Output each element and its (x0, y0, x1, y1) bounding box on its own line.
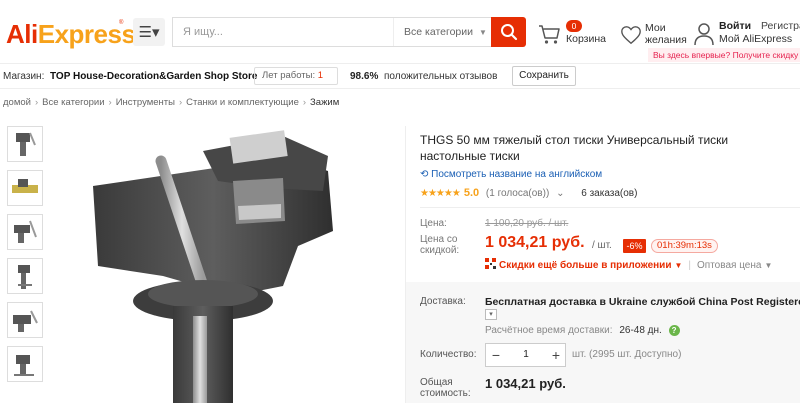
thumbnail-3[interactable] (7, 214, 43, 250)
shipping-label: Доставка: (420, 296, 466, 307)
discount-price-label: Цена со скидкой: (420, 234, 460, 256)
breadcrumb-tools[interactable]: Инструменты (116, 97, 175, 108)
total-price-label: Общая стоимость: (420, 377, 471, 399)
quantity-stepper: − 1 + (485, 343, 566, 367)
estimated-delivery: Расчётное время доставки: 26-48 дн. ? (485, 325, 680, 336)
wishlist-link[interactable]: Мои желания (620, 22, 690, 48)
search-icon (500, 24, 517, 41)
chevron-down-icon: ▼ (478, 27, 487, 37)
countdown-timer: 01h:39m:13s (651, 239, 718, 253)
breadcrumb-all-categories[interactable]: Все категории (42, 97, 104, 108)
store-name-link[interactable]: TOP House-Decoration&Garden Shop Store (50, 71, 257, 82)
product-main-image[interactable] (53, 126, 403, 403)
aliexpress-logo[interactable]: AliExpress (6, 19, 136, 50)
breadcrumb-separator: › (178, 97, 183, 108)
user-icon (694, 23, 714, 46)
quantity-available: шт. (2995 шт. Доступно) (572, 349, 682, 360)
breadcrumb-home[interactable]: домой (3, 97, 31, 108)
translate-link-label: Посмотреть название на английском (431, 169, 603, 180)
total-price: 1 034,21 руб. (485, 376, 566, 391)
store-bar: Магазин: TOP House-Decoration&Garden Sho… (0, 63, 800, 89)
orders-count: 6 заказа(ов) (581, 188, 638, 199)
my-aliexpress-link[interactable]: Мой AliExpress (719, 33, 792, 45)
store-years-value: 1 (317, 70, 324, 81)
positive-feedback-label: положительных отзывов (384, 71, 498, 82)
save-store-button[interactable]: Сохранить (512, 66, 576, 86)
shipping-method[interactable]: Бесплатная доставка в Ukraine службой Ch… (485, 296, 800, 308)
header: AliExpress ® ☰▾ Все категории ▼ 0 Корзин… (0, 0, 800, 62)
info-divider (420, 207, 800, 208)
thumbnail-4[interactable] (7, 258, 43, 294)
store-years-label: Лет работы: (262, 70, 316, 81)
rating-row: ★★★★★ 5.0 (1 голоса(ов)) ⌄ 6 заказа(ов) (420, 187, 637, 201)
translate-icon: ⟲ (420, 169, 429, 180)
rating-stars-icon: ★★★★★ (420, 188, 461, 199)
register-link[interactable]: Регистрация (761, 20, 800, 32)
product-title: THGS 50 мм тяжелый стол тиски Универсаль… (420, 133, 729, 163)
heart-icon (621, 26, 641, 45)
qr-code-icon (485, 258, 496, 269)
logo-part-ali: Ali (6, 19, 38, 49)
help-icon[interactable]: ? (668, 325, 680, 336)
price-per-unit: / шт. (592, 240, 612, 251)
shipping-dropdown-chevron-icon[interactable]: ▾ (485, 309, 497, 320)
breadcrumb: домой › Все категории › Инструменты › Станки и… (3, 97, 339, 108)
thumbnail-2[interactable] (7, 170, 43, 206)
search-box: Все категории ▼ (172, 17, 491, 47)
rating-votes-link[interactable]: (1 голоса(ов)) (486, 188, 549, 199)
positive-feedback-percent: 98.6% (350, 71, 379, 82)
cart-label: Корзина (566, 33, 606, 45)
estimated-delivery-label: Расчётное время доставки: (485, 325, 613, 336)
quantity-decrease-button[interactable]: − (486, 344, 506, 366)
search-button[interactable] (491, 17, 526, 47)
price-label: Цена: (420, 218, 447, 229)
wishlist-label: Мои желания (645, 22, 687, 46)
app-discount-row: Скидки ещё больше в приложении ▼ | Оптовая … (485, 258, 772, 271)
search-category-select[interactable]: Все категории ▼ (393, 18, 492, 46)
chevron-down-icon: ▼ (674, 261, 683, 270)
account-area: Войти Регистрация Мой AliExpress (693, 19, 800, 49)
rating-value: 5.0 (463, 187, 480, 199)
app-discount-link[interactable]: Скидки ещё больше в приложении (499, 260, 671, 271)
discount-badge: -6% (623, 239, 646, 253)
cart-link[interactable]: 0 Корзина (538, 20, 618, 50)
thumbnail-5[interactable] (7, 302, 43, 338)
breadcrumb-separator: › (34, 97, 39, 108)
estimated-delivery-days: 26-48 дн. (619, 325, 662, 336)
old-price: 1 100,20 руб. / шт. (485, 218, 569, 229)
breadcrumb-separator: › (302, 97, 307, 108)
search-input[interactable] (183, 18, 383, 46)
breadcrumb-current: Зажим (310, 97, 340, 108)
breadcrumb-machines[interactable]: Станки и комплектующие (186, 97, 299, 108)
first-visit-promo[interactable]: Вы здесь впервые? Получите скидку (648, 48, 800, 62)
breadcrumb-separator: › (108, 97, 112, 108)
quantity-input[interactable]: 1 (506, 344, 546, 366)
cart-icon (539, 25, 560, 44)
category-menu-button[interactable]: ☰▾ (133, 18, 165, 46)
login-link[interactable]: Войти (719, 20, 751, 32)
chevron-down-icon: ⌄ (556, 188, 565, 199)
store-label: Магазин: (3, 71, 45, 82)
separator: | (688, 260, 692, 271)
quantity-increase-button[interactable]: + (546, 344, 566, 366)
trademark: ® (119, 20, 124, 26)
hamburger-icon: ☰▾ (138, 24, 160, 41)
discount-price: 1 034,21 руб. (485, 234, 585, 251)
bulk-price-link[interactable]: Оптовая цена (697, 260, 761, 271)
translate-title-link[interactable]: ⟲ Посмотреть название на английском (420, 169, 602, 180)
quantity-label: Количество: (420, 349, 477, 360)
thumbnail-6[interactable] (7, 346, 43, 382)
search-category-label: Все категории (404, 26, 473, 38)
thumbnail-1[interactable] (7, 126, 43, 162)
chevron-down-icon: ▼ (764, 261, 773, 270)
store-years-box: Лет работы: 1 (254, 67, 338, 85)
cart-count-badge: 0 (566, 20, 582, 32)
